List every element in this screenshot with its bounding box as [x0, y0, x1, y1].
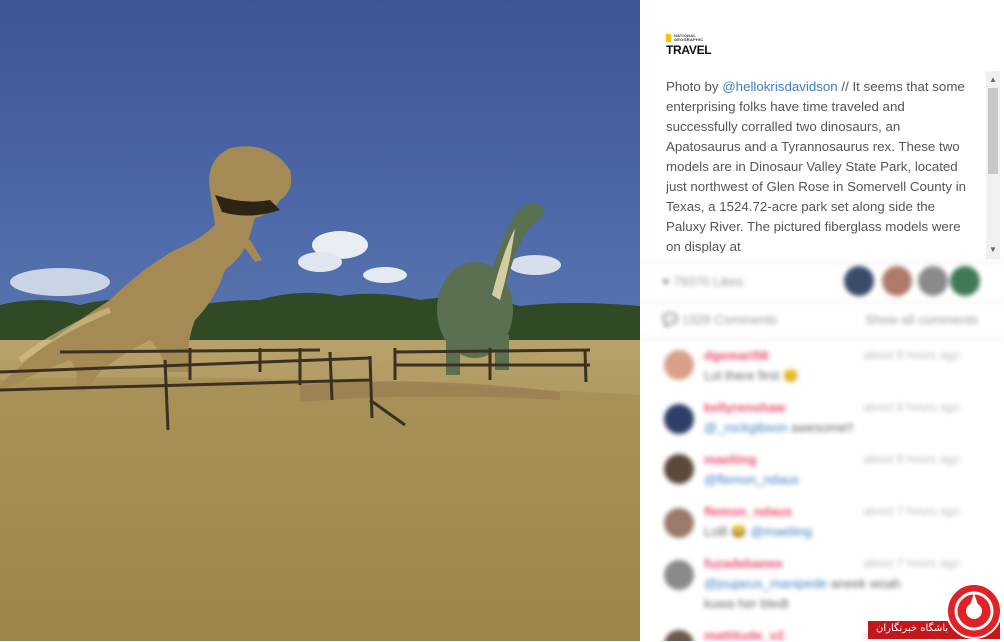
divider — [640, 338, 1004, 339]
comment-mention[interactable]: @joujarus_manipede — [704, 576, 827, 591]
avatar[interactable] — [882, 266, 912, 296]
watermark-emblem-icon — [946, 583, 1002, 639]
comment-username[interactable]: flemon_ndaus — [704, 504, 792, 519]
comment-time: about 7 hours ago — [863, 556, 960, 570]
comment-text-continued: kuwa her bledt — [704, 596, 789, 611]
brand-main-label: TRAVEL — [666, 43, 712, 57]
caption-body: // It seems that some enterprising folks… — [666, 79, 967, 253]
comment-time: about 7 hours ago — [863, 504, 960, 518]
show-all-comments-link[interactable]: Show all comments — [865, 312, 978, 327]
comments-label: 1328 Comments — [681, 312, 778, 327]
post-detail-panel: National Geographic TRAVEL Photo by @hel… — [640, 0, 1004, 641]
post-photo — [0, 0, 640, 641]
comment-mention[interactable]: @maeliing — [751, 524, 813, 539]
avatar[interactable] — [664, 630, 694, 641]
comment-mention[interactable]: @_rockgibson — [704, 420, 787, 435]
arrow-up-icon[interactable]: ▲ — [986, 73, 1000, 87]
avatar[interactable] — [664, 404, 694, 434]
comment-text: @flemon_ndaus — [704, 472, 799, 487]
comment-username[interactable]: mattitude_v2 — [704, 628, 784, 641]
avatar[interactable] — [664, 508, 694, 538]
avatar[interactable] — [844, 266, 874, 296]
caption-prefix: Photo by — [666, 79, 723, 94]
heart-icon: ♥ — [662, 274, 670, 289]
comment-username[interactable]: dgemari56 — [704, 348, 769, 363]
comment-body: awesome!! — [787, 420, 854, 435]
comment-username[interactable]: maeliing — [704, 452, 757, 467]
comment-text: @_rockgibson awesome!! — [704, 420, 854, 435]
comment-mention[interactable]: @flemon_ndaus — [704, 472, 799, 487]
comment-text: Lol there first 😊 — [704, 368, 799, 383]
comment-username[interactable]: fuzadebanee — [704, 556, 783, 571]
avatar[interactable] — [918, 266, 948, 296]
comment-body: Lolll 😂 — [704, 524, 751, 539]
scrollbar-thumb[interactable] — [988, 88, 998, 174]
post-caption: Photo by @hellokrisdavidson // It seems … — [666, 77, 968, 253]
natgeo-travel-logo[interactable]: National Geographic TRAVEL — [666, 34, 726, 60]
watermark-logo: باشگاه خبرنگاران — [868, 583, 1004, 641]
caption-author-link[interactable]: @hellokrisdavidson — [722, 79, 838, 94]
avatar[interactable] — [664, 454, 694, 484]
comment-text: Lolll 😂 @maeliing — [704, 524, 812, 540]
avatar[interactable] — [950, 266, 980, 296]
divider — [640, 262, 1004, 263]
avatar[interactable] — [664, 350, 694, 380]
caption-scrollbar[interactable]: ▲ ▼ — [986, 71, 1000, 259]
comment-time: about 8 hours ago — [863, 400, 960, 414]
dinosaur-park-photo — [0, 0, 640, 641]
arrow-down-icon[interactable]: ▼ — [986, 243, 1000, 257]
speech-bubble-icon: 💬 — [662, 312, 679, 327]
divider — [640, 302, 1004, 303]
likes-count: ♥ 79370 Likes — [662, 274, 743, 289]
comment-username[interactable]: kellyrenshaw — [704, 400, 786, 415]
comment-time: about 8 hours ago — [863, 452, 960, 466]
brand-top-label: National Geographic — [666, 34, 726, 42]
comments-count: 💬 1328 Comments — [662, 312, 777, 328]
avatar[interactable] — [664, 560, 694, 590]
comment-time: about 8 hours ago — [863, 348, 960, 362]
likes-label: 79370 Likes — [673, 274, 744, 289]
watermark-text: باشگاه خبرنگاران — [876, 623, 949, 634]
